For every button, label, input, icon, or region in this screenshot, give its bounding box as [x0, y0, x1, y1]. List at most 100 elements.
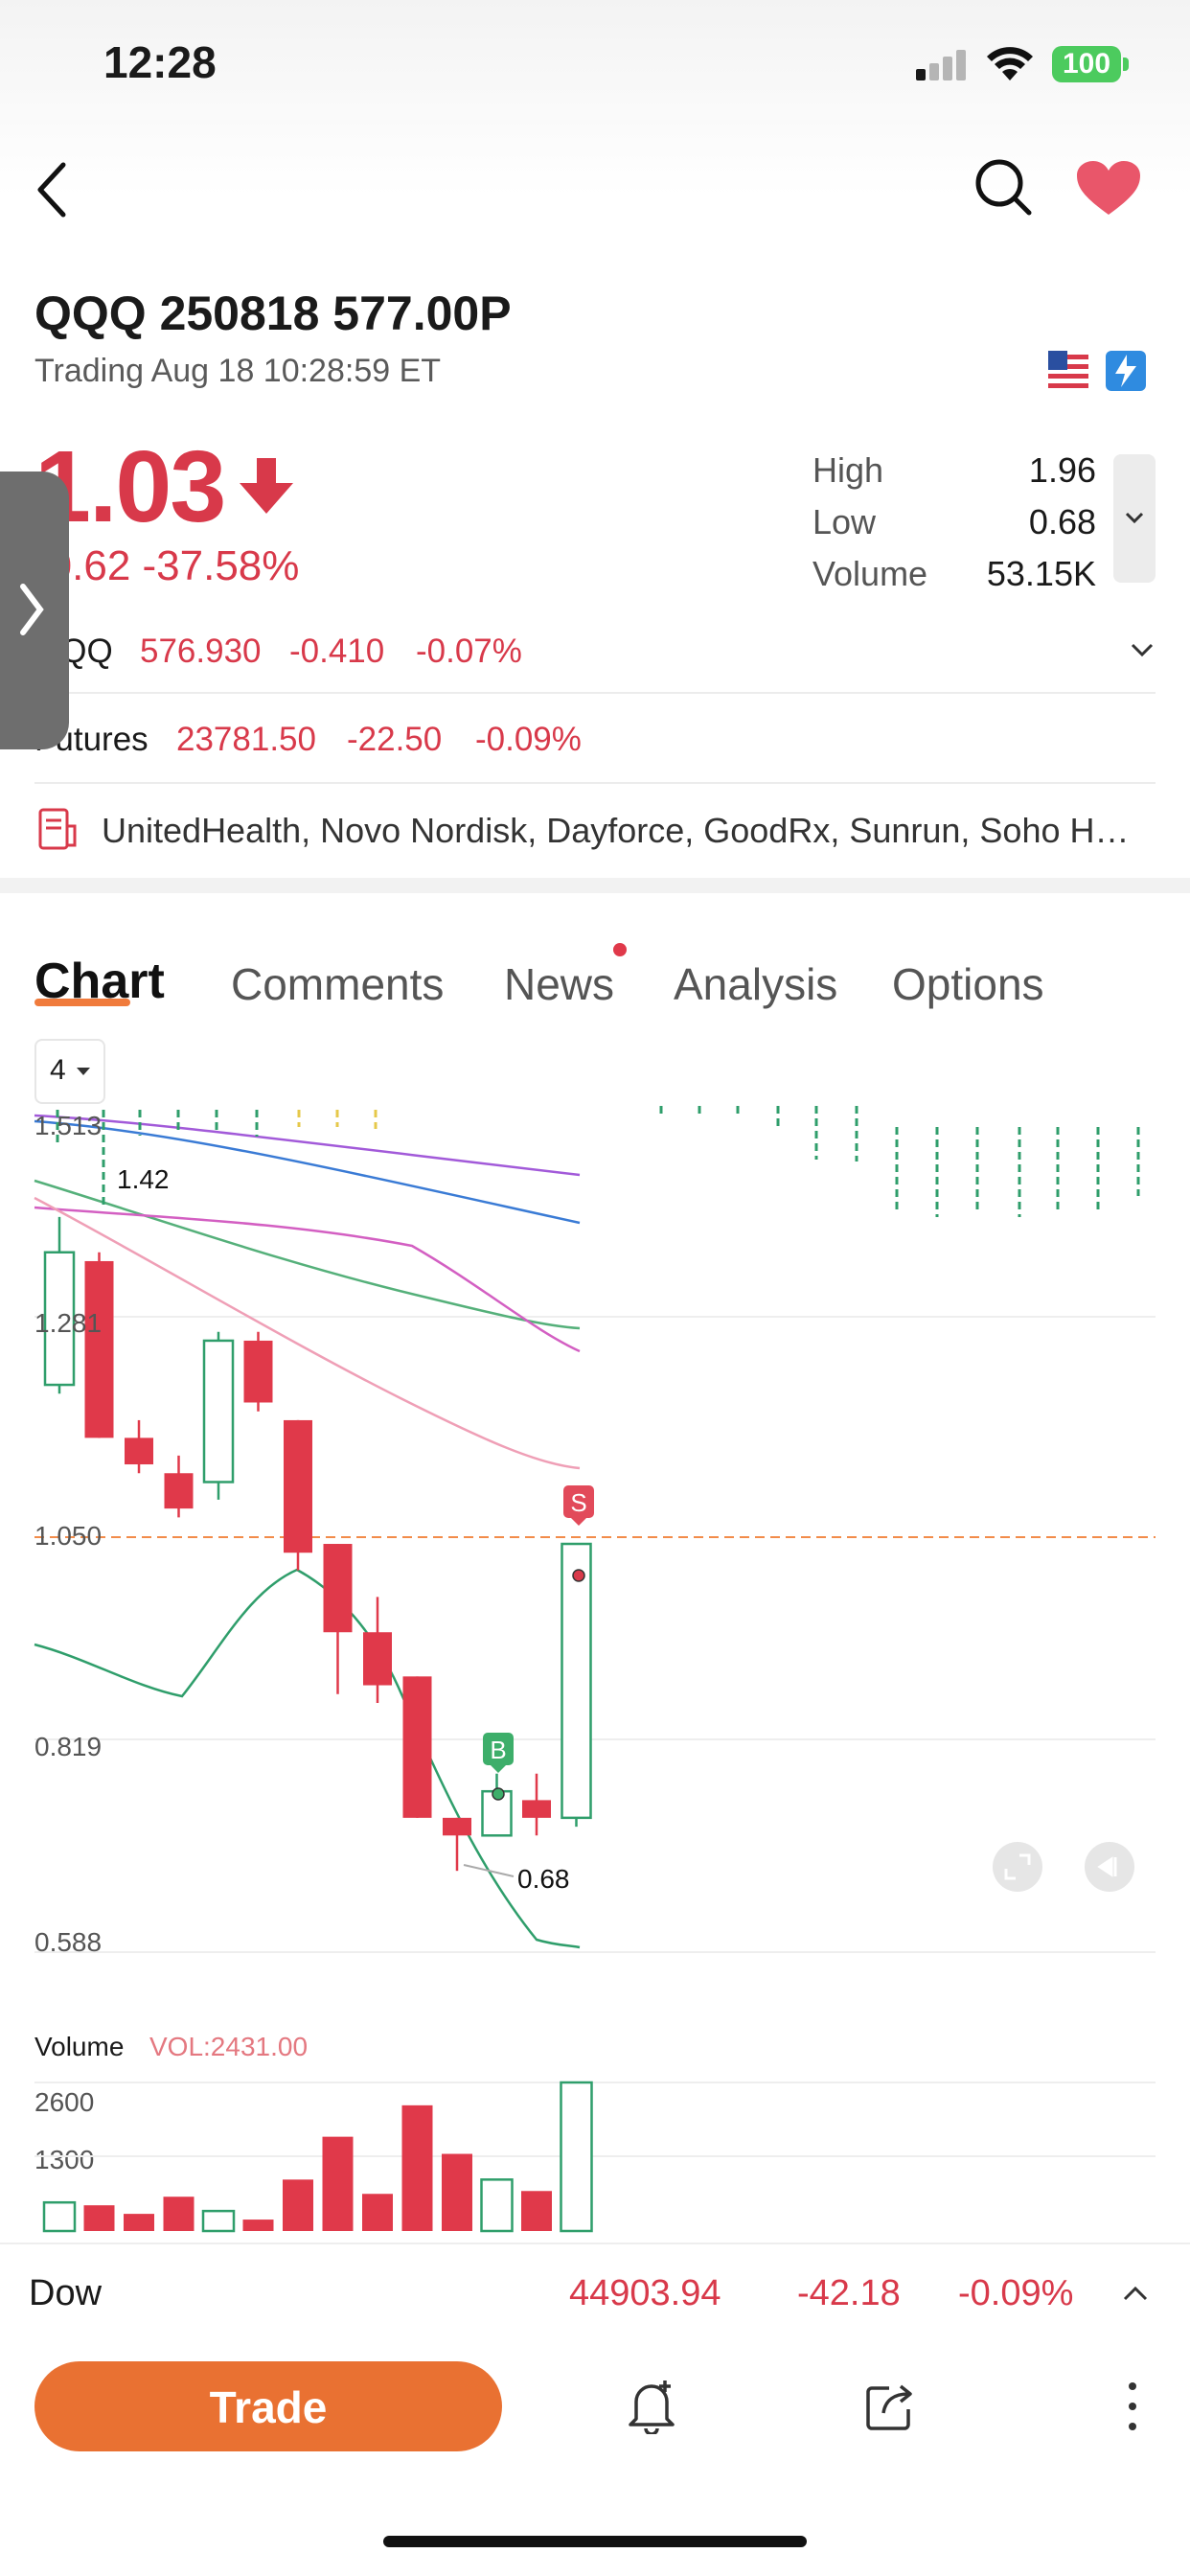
caret-down-icon [77, 1068, 90, 1075]
volume-bar [242, 2220, 274, 2231]
reset-chart-button[interactable] [1085, 1842, 1134, 1892]
buy-dot [492, 1787, 505, 1801]
add-alert-bell-icon[interactable] [627, 2377, 678, 2434]
candle-body [363, 1632, 392, 1686]
index-change: -42.18 [797, 2273, 901, 2313]
buy-marker[interactable]: B [483, 1733, 514, 1773]
ma-line-magenta [34, 1206, 581, 1353]
candle [481, 1773, 513, 1837]
candle-body [202, 1339, 235, 1484]
candle [84, 1252, 114, 1438]
volume-value: VOL:2431.00 [149, 2032, 309, 2061]
battery-tip [1123, 58, 1129, 71]
candle [202, 1331, 235, 1500]
y-tick-label: 1.050 [34, 1521, 102, 1551]
interval-label: 4 [50, 1054, 66, 1086]
stat-low-label: Low [812, 502, 877, 541]
tab-analysis[interactable]: Analysis [674, 958, 837, 1010]
heart-favorite-icon[interactable] [1075, 159, 1142, 217]
divider [34, 782, 1156, 784]
volume-chart[interactable] [0, 2070, 1190, 2233]
volume-title: Volume [34, 2032, 125, 2061]
candle-body [522, 1800, 551, 1818]
candle [43, 1216, 76, 1394]
interval-selector[interactable]: 4 [34, 1039, 105, 1104]
stat-volume-label: Volume [812, 554, 928, 593]
stat-volume-value: 53.15K [986, 554, 1096, 593]
trade-button[interactable]: Trade [34, 2361, 502, 2451]
futures-pct: -0.09% [475, 721, 582, 758]
level2-badge-icon [1106, 351, 1146, 391]
back-arrow-icon[interactable] [33, 161, 71, 218]
price-chart[interactable]: 1.513 1.281 1.050 0.819 0.588 1.42 0.68 … [0, 1102, 1190, 1965]
more-options-icon[interactable] [1121, 2380, 1144, 2432]
contract-title: QQQ 250818 577.00P [34, 287, 512, 340]
candle-body [561, 1542, 592, 1820]
volume-bar [442, 2153, 472, 2231]
candle-body [125, 1438, 153, 1465]
candlestick-series [43, 1216, 592, 1872]
underlying-change: -0.410 [289, 632, 385, 670]
volume-bar [163, 2196, 195, 2231]
candle [284, 1419, 312, 1571]
y-tick-label: 0.588 [34, 1927, 102, 1957]
home-indicator [383, 2536, 807, 2547]
candle [443, 1817, 471, 1872]
volume-bar [283, 2179, 313, 2231]
chevron-down-icon [1125, 512, 1144, 524]
tab-comments[interactable]: Comments [231, 958, 444, 1010]
us-flag-icon [1048, 351, 1088, 391]
volume-bar [83, 2205, 115, 2231]
futures-price: 23781.50 [176, 721, 316, 758]
candle-body [243, 1340, 273, 1403]
candle [243, 1331, 273, 1412]
volume-bar [42, 2200, 77, 2233]
section-gap [0, 878, 1190, 893]
side-panel-handle[interactable] [0, 472, 69, 749]
candle-body [284, 1419, 312, 1553]
index-ticker-bar[interactable]: Dow 44903.94 -42.18 -0.09% [0, 2242, 1190, 2350]
volume-bar [124, 2214, 154, 2231]
chevron-down-icon[interactable] [1129, 640, 1156, 659]
fullscreen-button[interactable] [993, 1842, 1042, 1892]
index-name: Dow [29, 2273, 103, 2313]
candle [402, 1676, 432, 1818]
low-leader-line [463, 1864, 515, 1877]
price-change: -0.62 -37.58% [34, 542, 300, 589]
stat-high-label: High [812, 450, 884, 490]
share-icon[interactable] [864, 2380, 918, 2432]
volume-bar [322, 2136, 354, 2231]
stats-expand-button[interactable] [1113, 454, 1156, 583]
y-tick-label: 1.281 [34, 1308, 102, 1338]
cellular-signal-icon [916, 50, 970, 80]
active-tab-indicator [34, 999, 130, 1006]
news-ticker-text[interactable]: UnitedHealth, Novo Nordisk, Dayforce, Go… [102, 811, 1130, 851]
volume-bar [480, 2178, 514, 2233]
index-price: 44903.94 [569, 2273, 721, 2313]
tab-options[interactable]: Options [892, 958, 1044, 1010]
wifi-icon [987, 47, 1033, 80]
chevron-right-icon [20, 584, 44, 635]
chevron-up-icon[interactable] [1121, 2283, 1150, 2304]
yellow-marker-ticks [297, 1110, 378, 1129]
down-arrow-icon [240, 458, 293, 514]
volume-bar [362, 2194, 393, 2231]
battery-indicator: 100 [1052, 46, 1121, 82]
sell-marker[interactable]: S [563, 1485, 594, 1526]
stat-high-value: 1.96 [1028, 450, 1096, 490]
chart-gridlines [34, 1316, 1156, 1953]
candle [522, 1773, 551, 1836]
underlying-price: 576.930 [140, 632, 262, 670]
volume-bar [560, 2081, 593, 2233]
search-icon[interactable] [973, 157, 1035, 218]
ma-line-green [34, 1179, 581, 1330]
svg-text:B: B [490, 1736, 506, 1764]
underlying-pct: -0.07% [416, 632, 522, 670]
sell-dot [572, 1569, 585, 1582]
svg-text:S: S [570, 1488, 586, 1517]
past-marker-ticks [56, 1106, 1140, 1217]
tab-news[interactable]: News [504, 958, 614, 1010]
index-pct: -0.09% [958, 2273, 1074, 2313]
volume-bar [201, 2209, 236, 2233]
stat-low-value: 0.68 [1028, 502, 1096, 541]
